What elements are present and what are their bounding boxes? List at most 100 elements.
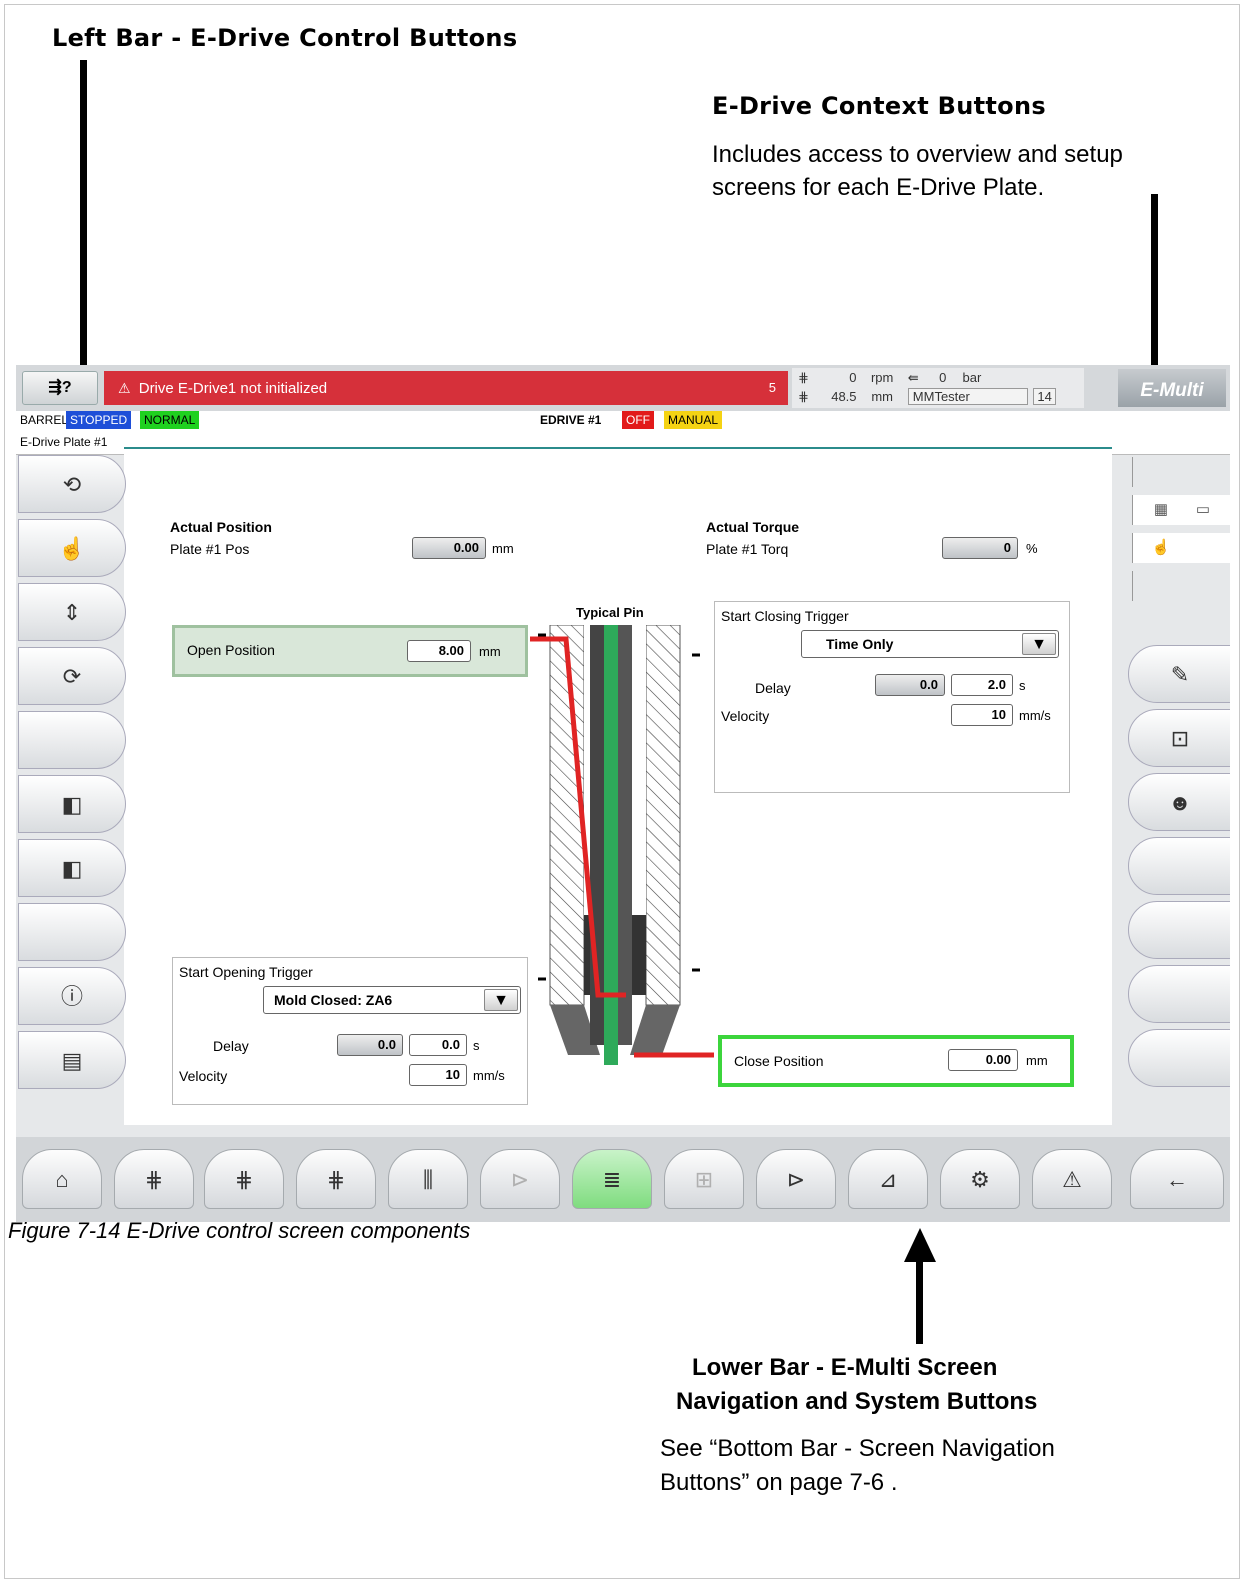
plate-pos-unit: mm [492,541,514,556]
blank-right-button-1[interactable] [1128,837,1230,895]
user-button[interactable]: ☻ [1128,773,1230,831]
start-opening-group: Start Opening Trigger Mold Closed: ZA6 ▼… [172,957,528,1105]
position-icon: ⋕ [798,389,809,404]
notes-icon: ✎ [1170,662,1190,687]
blank-right-button-2[interactable] [1128,901,1230,959]
figure-caption: Figure 7-14 E-Drive control screen compo… [8,1218,471,1243]
plate-torq-unit: % [1026,541,1038,556]
status-bar: BARREL STOPPED NORMAL EDRIVE #1 OFF MANU… [16,411,1230,429]
edrive-list-button[interactable]: ≣ [572,1149,652,1209]
start-opening-delay-label: Delay [213,1038,249,1054]
home-button[interactable]: ⌂ [22,1149,102,1209]
open-position-input[interactable]: 8.00 [407,640,471,662]
barrel-status: BARREL [16,411,73,429]
settings-icon: ⚙ [970,1167,990,1192]
close-position-unit: mm [1026,1053,1048,1068]
info-icon: ⓘ [60,984,83,1009]
drive-back-button-1[interactable]: ◧ [18,775,126,833]
zone-button-2[interactable]: ⋕ [296,1149,376,1209]
start-closing-delay-actual: 0.0 [875,674,945,696]
alarm-count: 5 [768,380,776,395]
start-closing-velocity-input[interactable]: 10 [951,704,1013,726]
hand-icon[interactable]: ☝ [1141,535,1181,561]
chevron-down-icon[interactable]: ▼ [1022,633,1056,655]
plate-setup-icon[interactable]: ▭ [1183,497,1223,523]
process-readout: ⋕ 0 rpm ⇚ 0 bar ⋕ 48.5 mm MMTester 14 [792,368,1084,408]
home-icon: ⌂ [55,1167,69,1192]
rpm-unit: rpm [870,370,894,385]
context-callout-text-1: Includes access to overview and setup [712,141,1123,168]
help-button[interactable]: ⇶? [22,371,98,405]
main-panel: Actual Position Plate #1 Pos 0.00 mm Act… [124,447,1112,1125]
off-status: OFF [622,411,654,429]
actual-torque-heading: Actual Torque [706,519,800,535]
sequence-icon: ⫼ [422,1167,434,1192]
back-icon: ← [1166,1167,1188,1192]
lower-bar-callout-title-2: Navigation and System Buttons [676,1388,1038,1415]
drive-back-icon: ◧ [61,856,83,881]
cycle-button[interactable]: ⟲ [18,455,126,513]
start-closing-mode-value: Time Only [826,636,894,652]
start-opening-mode-value: Mold Closed: ZA6 [274,992,393,1008]
start-closing-mode-select[interactable]: Time Only ▼ [801,630,1059,658]
plate-torq-value: 0 [942,537,1018,559]
start-closing-velocity-unit: mm/s [1019,708,1051,723]
drive-back-icon: ◧ [61,792,83,817]
blank-left-button-1[interactable] [18,711,126,769]
chart-user-icon: ⊡ [1170,726,1190,751]
start-opening-mode-select[interactable]: Mold Closed: ZA6 ▼ [263,986,521,1014]
plate-actuate-button[interactable]: ⇕ [18,583,126,641]
start-closing-title: Start Closing Trigger [721,608,849,624]
zone-icon: ⋕ [326,1167,346,1192]
user-name[interactable]: MMTester [907,388,1028,405]
warning-icon: ⚠ [118,380,131,396]
blank-right-button-4[interactable] [1128,1029,1230,1087]
plate-pos-label: Plate #1 Pos [170,541,250,557]
menu-button[interactable]: ▤ [18,1031,126,1089]
manual-button[interactable]: ☝ [18,519,126,577]
close-position-label: Close Position [734,1053,824,1069]
pressure-unit: bar [962,370,982,385]
pressure-value: 0 [939,370,947,385]
valve-button[interactable]: ⊳ [756,1149,836,1209]
timer-button[interactable]: ⊳ [480,1149,560,1209]
context-row-2: ▦ ▭ [1132,495,1230,525]
context-row-3: ☝ [1132,533,1230,563]
start-closing-group: Start Closing Trigger Time Only ▼ Delay … [714,601,1070,793]
io-button[interactable]: ⊞ [664,1149,744,1209]
edrive-label: EDRIVE #1 [536,411,606,429]
settings-button[interactable]: ⚙ [940,1149,1020,1209]
close-position-input[interactable]: 0.00 [948,1049,1018,1071]
alarm-button[interactable]: ⚠ [1032,1149,1112,1209]
sequence-button[interactable]: ⫼ [388,1149,468,1209]
zone-multi-button[interactable]: ⋕ [204,1149,284,1209]
back-button[interactable]: ← [1130,1149,1224,1209]
auto-cycle-button[interactable]: ⟳ [18,647,126,705]
alarm-banner[interactable]: ⚠ Drive E-Drive1 not initialized 5 [104,371,788,405]
chart-user-button[interactable]: ⊡ [1128,709,1230,767]
start-opening-delay-input[interactable]: 0.0 [409,1034,467,1056]
left-control-bar: ⟲ ☝ ⇕ ⟳ ◧ ◧ ⓘ ▤ [16,429,136,1137]
info-button[interactable]: ⓘ [18,967,126,1025]
user-icon: ☻ [1168,790,1192,815]
context-callout-text-2: screens for each E-Drive Plate. [712,174,1045,201]
start-opening-velocity-unit: mm/s [473,1068,505,1083]
start-opening-velocity-input[interactable]: 10 [409,1064,467,1086]
rpm-value: 0 [849,370,857,385]
position-value: 48.5 [831,389,857,404]
plate-overview-icon[interactable]: ▦ [1141,497,1181,523]
context-row-4 [1132,571,1230,601]
zone-button[interactable]: ⋕ [114,1149,194,1209]
blank-left-button-2[interactable] [18,903,126,961]
notes-button[interactable]: ✎ [1128,645,1230,703]
graph-button[interactable]: ⊿ [848,1149,928,1209]
zone-multi-icon: ⋕ [234,1167,254,1192]
lower-bar-callout-text-1: See “Bottom Bar - Screen Navigation [660,1435,1055,1462]
graph-icon: ⊿ [878,1167,898,1192]
drive-back-button-2[interactable]: ◧ [18,839,126,897]
plate-torq-label: Plate #1 Torq [706,541,789,557]
start-closing-delay-input[interactable]: 2.0 [951,674,1013,696]
timer-icon: ⊳ [510,1167,530,1192]
blank-right-button-3[interactable] [1128,965,1230,1023]
chevron-down-icon[interactable]: ▼ [484,989,518,1011]
